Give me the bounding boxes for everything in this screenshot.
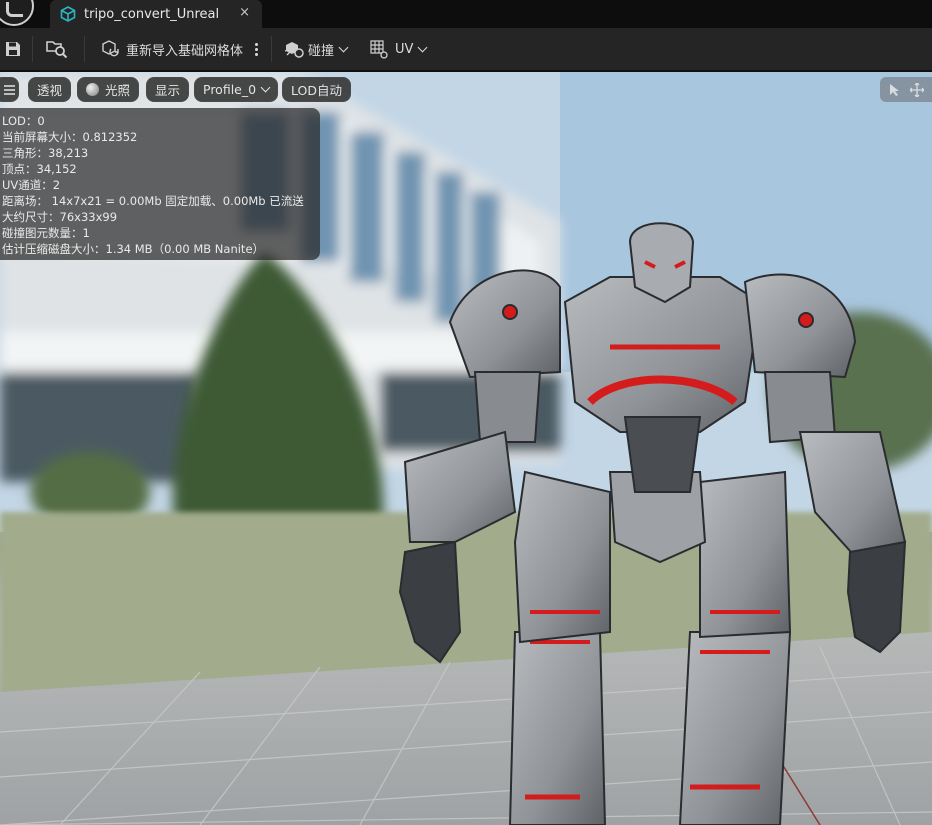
stat-uv-channels: UV通道：2 — [2, 178, 61, 192]
browse-asset-button[interactable] — [46, 28, 68, 70]
more-options-button[interactable] — [255, 28, 258, 70]
toolbar: 重新导入基础网格体 碰撞 UV — [0, 28, 932, 72]
chevron-down-icon — [417, 42, 428, 52]
tab-bar: tripo_convert_Unreal × — [0, 0, 932, 28]
save-button[interactable] — [4, 28, 22, 70]
stat-screen-size: 当前屏幕大小：0.812352 — [2, 130, 138, 144]
perspective-button[interactable]: 透视 — [28, 77, 72, 102]
collision-dropdown[interactable]: 碰撞 — [284, 28, 349, 70]
stat-approx-size: 大约尺寸：76x33x99 — [2, 210, 118, 224]
profile-dropdown[interactable]: Profile_0 — [194, 77, 279, 102]
stat-triangles: 三角形：38,213 — [2, 146, 89, 160]
select-cursor-icon[interactable] — [888, 83, 902, 97]
tab-close-button[interactable]: × — [239, 5, 250, 20]
mesh-stats-overlay: LOD：0 当前屏幕大小：0.812352 三角形：38,213 顶点：34,1… — [0, 108, 320, 260]
static-mesh-icon — [60, 6, 76, 22]
uv-label: UV — [395, 41, 414, 57]
kebab-menu-icon — [255, 47, 258, 51]
show-button[interactable]: 显示 — [146, 77, 190, 102]
lighting-button[interactable]: 光照 — [77, 77, 140, 102]
mesh-viewport[interactable]: 透视 光照 显示 Profile_0 LOD自动 LOD：0 当前屏幕大小：0.… — [0, 72, 932, 825]
lod-dropdown[interactable]: LOD自动 — [282, 77, 351, 102]
stat-disk-size: 估计压缩磁盘大小：1.34 MB（0.00 MB Nanite） — [2, 242, 265, 256]
collision-label: 碰撞 — [308, 43, 335, 59]
lighting-label: 光照 — [105, 83, 131, 98]
transform-tools[interactable] — [880, 77, 932, 102]
collision-icon — [284, 42, 304, 58]
profile-label: Profile_0 — [203, 82, 257, 97]
lighting-sphere-icon — [86, 83, 99, 96]
reimport-base-mesh-button[interactable]: 重新导入基础网格体 — [100, 28, 243, 70]
chevron-down-icon — [260, 82, 271, 93]
lod-label: LOD自动 — [291, 83, 342, 98]
move-arrows-icon[interactable] — [910, 83, 924, 97]
folder-search-icon — [46, 41, 68, 59]
save-icon — [6, 42, 20, 56]
stat-collision-primitives: 碰撞图元数量：1 — [2, 226, 90, 240]
hamburger-icon — [4, 84, 15, 95]
show-label: 显示 — [155, 83, 181, 98]
perspective-label: 透视 — [37, 83, 63, 98]
reimport-label: 重新导入基础网格体 — [126, 43, 244, 59]
reimport-icon — [102, 40, 119, 57]
unreal-logo-icon[interactable] — [0, 0, 34, 26]
uv-dropdown[interactable]: UV — [369, 28, 428, 70]
stat-distance-field: 距离场： 14x7x21 = 0.00Mb 固定加载、0.00Mb 已流送 — [2, 194, 304, 208]
uv-grid-icon — [370, 40, 388, 59]
stat-vertices: 顶点：34,152 — [2, 162, 77, 176]
viewport-menu-button[interactable] — [0, 77, 19, 102]
chevron-down-icon — [338, 42, 349, 52]
tab-title: tripo_convert_Unreal — [84, 6, 220, 22]
stat-lod: LOD：0 — [2, 114, 45, 128]
tab-asset[interactable]: tripo_convert_Unreal × — [50, 0, 262, 28]
